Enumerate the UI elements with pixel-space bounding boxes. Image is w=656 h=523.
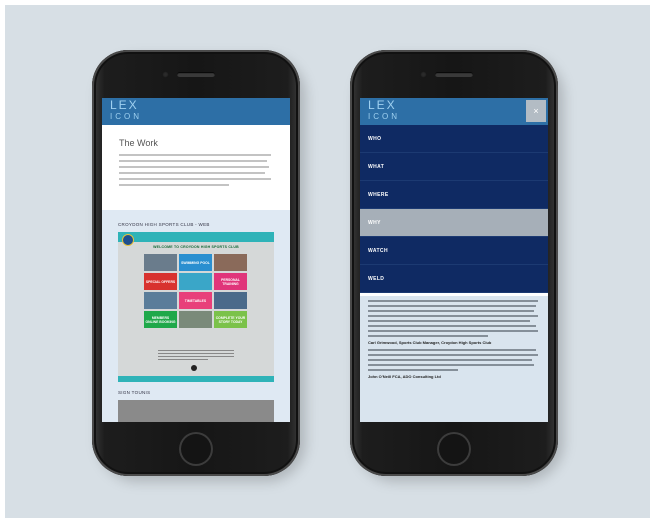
mini-tile[interactable] xyxy=(144,254,177,271)
logo-line-1: LEX xyxy=(368,98,397,112)
camera-icon xyxy=(420,71,427,78)
mini-tile[interactable] xyxy=(214,292,247,309)
menu-item-why[interactable]: WHY xyxy=(360,209,548,237)
phone-left: LEX ICON The Work CROYDON HIGH SPORTS CL… xyxy=(92,50,300,476)
logo-line-2: ICON xyxy=(368,112,400,121)
mini-tile[interactable]: COMPLETE YOUR STORY TODAY xyxy=(214,311,247,328)
testimonial-author-1: Carl Grimwood, Sports Club Manager, Croy… xyxy=(368,340,492,345)
mini-tile[interactable] xyxy=(214,254,247,271)
site-logo[interactable]: LEX ICON xyxy=(368,98,400,122)
home-button[interactable] xyxy=(437,432,471,466)
mini-nav-bar xyxy=(118,232,274,242)
mini-play-icon xyxy=(191,365,197,371)
speaker-grille xyxy=(435,72,473,77)
logo-line-2: ICON xyxy=(110,112,142,121)
menu-item-watch[interactable]: WATCH xyxy=(360,237,548,265)
section-label-2: SIGN TOUNIS xyxy=(118,390,151,395)
home-button[interactable] xyxy=(179,432,213,466)
mini-body-text xyxy=(158,350,234,362)
speaker-grille xyxy=(177,72,215,77)
work-section: CROYDON HIGH SPORTS CLUB - WEB WELCOME T… xyxy=(102,210,290,422)
section-label: CROYDON HIGH SPORTS CLUB - WEB xyxy=(118,222,210,227)
project-screenshot[interactable]: WELCOME TO CROYDON HIGH SPORTS CLUB SWIM… xyxy=(118,232,274,382)
phone-right: LEX ICON × WHO WHAT WHERE WHY WATCH WELD Carl… xyxy=(350,50,558,476)
site-header: LEX ICON xyxy=(102,98,290,125)
site-logo[interactable]: LEX ICON xyxy=(110,98,142,122)
logo-line-1: LEX xyxy=(110,98,139,112)
menu-item-what[interactable]: WHAT xyxy=(360,153,548,181)
project-preview-2[interactable] xyxy=(118,400,274,422)
mini-tile-grid: SWIMMING POOL SPECIAL OFFERS PERSONAL TRAI… xyxy=(144,254,248,328)
intro-paragraph xyxy=(119,154,273,190)
menu-item-weld[interactable]: WELD xyxy=(360,265,548,293)
mini-tile[interactable]: MEMBERS ONLINE BOOKING xyxy=(144,311,177,328)
menu-item-where[interactable]: WHERE xyxy=(360,181,548,209)
nav-menu: WHO WHAT WHERE WHY WATCH WELD xyxy=(360,125,548,293)
close-menu-button[interactable]: × xyxy=(526,100,546,122)
mini-tile[interactable]: TIMETABLES xyxy=(179,292,212,309)
page-title: The Work xyxy=(119,138,158,148)
phone-right-screen[interactable]: LEX ICON × WHO WHAT WHERE WHY WATCH WELD Carl… xyxy=(360,98,548,422)
testimonials: Carl Grimwood, Sports Club Manager, Croy… xyxy=(360,296,548,422)
mini-welcome-title: WELCOME TO CROYDON HIGH SPORTS CLUB xyxy=(153,245,239,249)
phone-left-screen[interactable]: LEX ICON The Work CROYDON HIGH SPORTS CL… xyxy=(102,98,290,422)
mini-tile[interactable] xyxy=(179,273,212,290)
camera-icon xyxy=(162,71,169,78)
menu-item-who[interactable]: WHO xyxy=(360,125,548,153)
mini-tile[interactable] xyxy=(144,292,177,309)
site-header: LEX ICON × xyxy=(360,98,548,125)
testimonial-author-2: John O'Neill FCA, ADO Consulting Ltd xyxy=(368,374,441,379)
mini-tile[interactable] xyxy=(179,311,212,328)
mini-tile[interactable]: SWIMMING POOL xyxy=(179,254,212,271)
mini-footer xyxy=(118,376,274,382)
mini-tile[interactable]: SPECIAL OFFERS xyxy=(144,273,177,290)
mini-tile[interactable]: PERSONAL TRAINING xyxy=(214,273,247,290)
